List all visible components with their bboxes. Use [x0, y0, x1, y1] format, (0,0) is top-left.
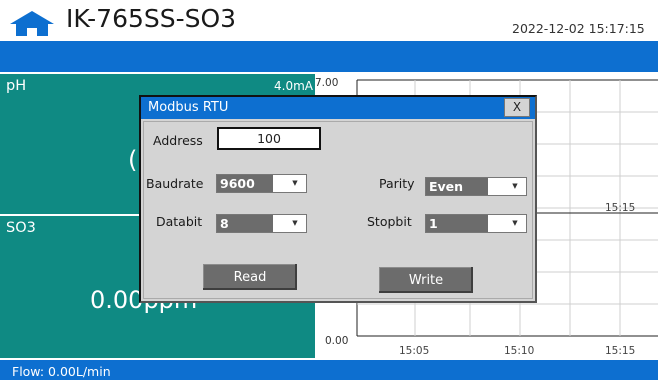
databit-value: 8 — [217, 215, 273, 232]
address-label: Address — [153, 133, 203, 148]
chevron-down-icon: ▼ — [292, 179, 298, 187]
close-button[interactable]: X — [504, 98, 530, 117]
baudrate-label: Baudrate — [146, 176, 204, 191]
dialog-titlebar[interactable]: Modbus RTU X — [141, 97, 535, 119]
dialog-title: Modbus RTU — [148, 100, 229, 115]
so3-panel-name: SO3 — [6, 220, 36, 236]
chart-inner-xtick: 15:15 — [605, 202, 635, 214]
chevron-down-icon: ▼ — [512, 182, 518, 190]
modbus-dialog: Modbus RTU X Address Baudrate 9600 ▼ Par… — [139, 95, 537, 303]
parity-label: Parity — [379, 176, 415, 191]
flow-label: Flow: — [12, 364, 45, 379]
ph-panel-name: pH — [6, 78, 27, 94]
databit-select[interactable]: 8 ▼ — [216, 214, 307, 233]
parity-select[interactable]: Even ▼ — [425, 177, 527, 196]
chevron-down-icon: ▼ — [512, 219, 518, 227]
chart-xtick: 15:15 — [605, 345, 635, 357]
read-button[interactable]: Read — [203, 264, 297, 290]
app-title: IK-765SS-SO3 — [66, 4, 237, 33]
flow-value: 0.00L/min — [48, 364, 111, 379]
databit-label: Databit — [156, 214, 203, 229]
flow-status-bar: Flow: 0.00L/min — [0, 360, 658, 380]
chart-ytick-top: 7.00 — [315, 77, 338, 89]
stopbit-select[interactable]: 1 ▼ — [425, 214, 527, 233]
write-button[interactable]: Write — [379, 267, 473, 293]
chart-ytick-bottom: 0.00 — [325, 335, 348, 347]
baudrate-select[interactable]: 9600 ▼ — [216, 174, 307, 193]
app-header: IK-765SS-SO3 2022-12-02 15:17:15 — [0, 0, 658, 42]
top-bar — [0, 42, 658, 72]
datetime-display: 2022-12-02 15:17:15 — [512, 21, 645, 36]
chart-xtick: 15:10 — [504, 345, 534, 357]
ph-value: ( — [128, 146, 138, 174]
chevron-down-icon: ▼ — [292, 219, 298, 227]
home-icon[interactable] — [8, 9, 56, 37]
parity-value: Even — [426, 178, 488, 195]
chart-xtick: 15:05 — [399, 345, 429, 357]
stopbit-value: 1 — [426, 215, 488, 232]
address-input[interactable] — [217, 127, 321, 150]
baudrate-value: 9600 — [217, 175, 273, 192]
ph-current-output: 4.0mA — [274, 79, 313, 93]
stopbit-label: Stopbit — [367, 214, 412, 229]
